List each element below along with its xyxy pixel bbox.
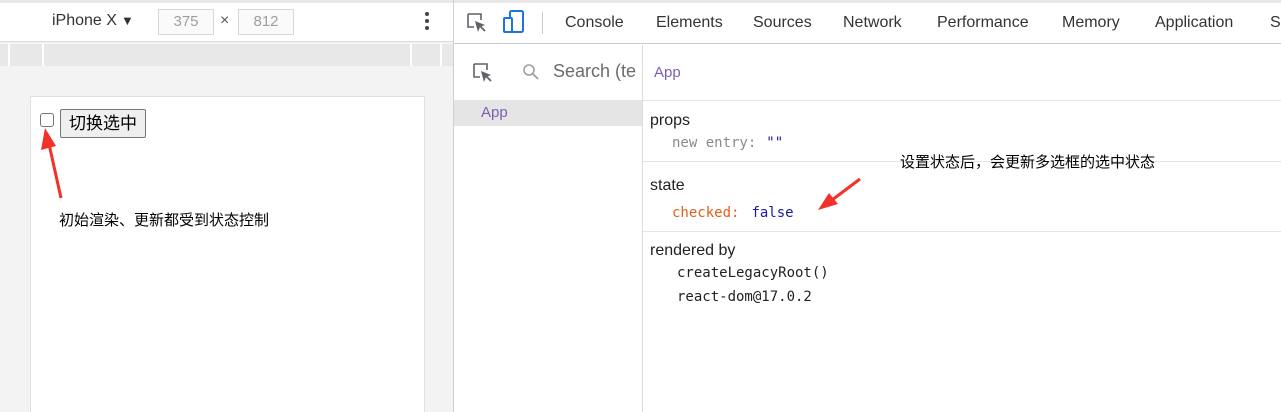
state-value[interactable]: false (751, 205, 793, 221)
props-heading: props (650, 112, 691, 129)
search-icon (523, 64, 539, 80)
state-row[interactable]: checked: false (672, 205, 794, 221)
viewport-height-input[interactable]: 812 (238, 9, 294, 35)
divider (643, 100, 1281, 101)
divider (643, 231, 1281, 232)
viewport-width-input[interactable]: 375 (158, 9, 214, 35)
prop-value[interactable]: "" (766, 135, 783, 151)
state-key: checked: (672, 205, 740, 221)
component-search-input[interactable]: Search (te (553, 61, 642, 82)
tab-application[interactable]: Application (1155, 14, 1233, 32)
inspect-element-icon[interactable] (466, 12, 488, 34)
tab-sources[interactable]: Sources (753, 14, 812, 32)
tab-separator (542, 12, 543, 34)
rendered-by-item[interactable]: react-dom@17.0.2 (677, 289, 812, 305)
rendered-by-heading: rendered by (650, 242, 736, 259)
device-select[interactable]: iPhone X ▼ (52, 12, 134, 30)
annotation-left: 初始渲染、更新都受到状态控制 (59, 212, 270, 229)
device-toolbar-toggle-icon[interactable] (503, 10, 525, 34)
tab-memory[interactable]: Memory (1062, 14, 1120, 32)
rendered-by-item[interactable]: createLegacyRoot() (677, 265, 829, 281)
annotation-arrow-right (818, 177, 861, 210)
state-heading: state (650, 177, 685, 194)
tab-network[interactable]: Network (843, 14, 902, 32)
tab-performance[interactable]: Performance (937, 14, 1029, 32)
toggle-check-button[interactable]: 切换选中 (60, 109, 146, 138)
select-component-icon[interactable] (472, 62, 494, 84)
prop-key: new entry: (672, 135, 757, 151)
selection-checkbox[interactable] (40, 113, 54, 127)
media-query-ruler[interactable] (0, 44, 453, 66)
inspected-component-name: App (654, 64, 681, 81)
more-options-icon[interactable] (420, 10, 434, 34)
dropdown-caret-icon: ▼ (120, 13, 134, 28)
device-name: iPhone X (52, 12, 117, 29)
prop-row[interactable]: new entry: "" (672, 135, 783, 151)
tree-row-label[interactable]: App (481, 104, 508, 121)
dimension-separator: × (220, 12, 230, 29)
tab-elements[interactable]: Elements (656, 14, 723, 32)
device-viewport (30, 96, 425, 412)
annotation-right: 设置状态后，会更新多选框的选中状态 (900, 154, 1156, 171)
tab-console[interactable]: Console (565, 14, 624, 32)
tab-security-truncated[interactable]: Se (1270, 14, 1281, 32)
